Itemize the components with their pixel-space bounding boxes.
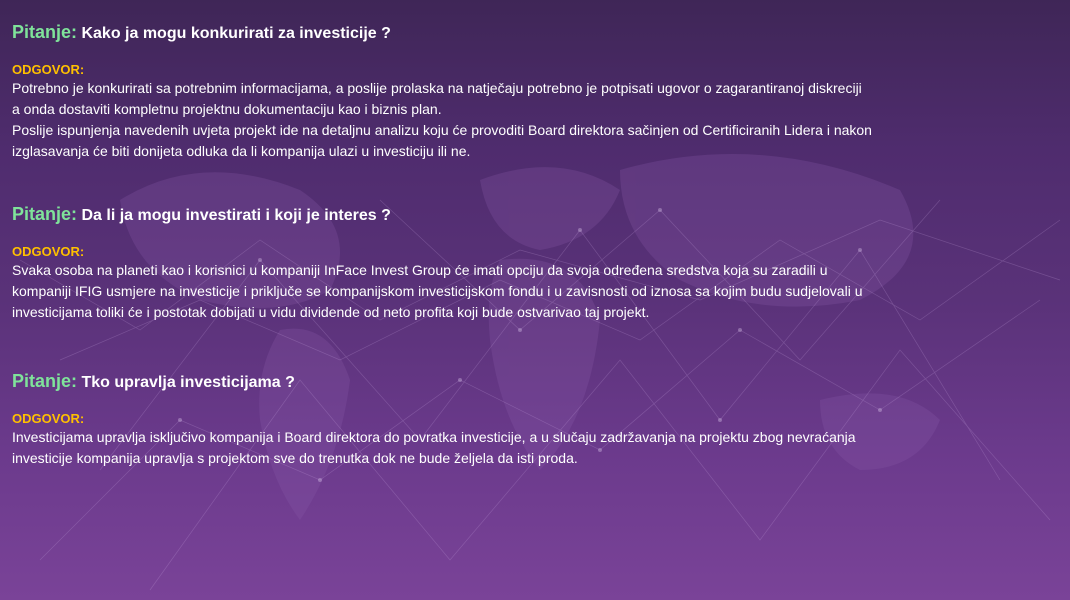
answer-label: ODGOVOR: <box>12 244 85 259</box>
question-text: Kako ja mogu konkurirati za investicije … <box>81 25 391 42</box>
answer-line: Potrebno je konkurirati sa potrebnim inf… <box>12 80 862 96</box>
question-prefix: Pitanje: <box>12 204 78 224</box>
question-heading: Pitanje: Kako ja mogu konkurirati za inv… <box>12 20 1047 46</box>
question-heading: Pitanje: Tko upravlja investicijama ? <box>12 369 1047 395</box>
answer-line: investicijama toliki će i postotak dobij… <box>12 304 650 320</box>
answer-line: Investicijama upravlja isključivo kompan… <box>12 429 856 445</box>
question-text: Da li ja mogu investirati i koji je inte… <box>81 207 391 224</box>
answer-line: Svaka osoba na planeti kao i korisnici u… <box>12 262 828 278</box>
answer-line: izglasavanja će biti donijeta odluka da … <box>12 143 471 159</box>
answer-line: investicije kompanija upravlja s projekt… <box>12 450 578 466</box>
answer-label: ODGOVOR: <box>12 411 85 426</box>
question-text: Tko upravlja investicijama ? <box>81 374 295 391</box>
answer-line: a onda dostaviti kompletnu projektnu dok… <box>12 101 442 117</box>
faq-item: Pitanje: Da li ja mogu investirati i koj… <box>12 202 1047 323</box>
faq-item: Pitanje: Tko upravlja investicijama ? OD… <box>12 369 1047 469</box>
question-prefix: Pitanje: <box>12 371 78 391</box>
answer-text: Potrebno je konkurirati sa potrebnim inf… <box>12 78 1047 162</box>
faq-item: Pitanje: Kako ja mogu konkurirati za inv… <box>12 20 1047 162</box>
answer-line: kompaniji IFIG usmjere na investicije i … <box>12 283 863 299</box>
answer-text: Svaka osoba na planeti kao i korisnici u… <box>12 260 1047 323</box>
answer-line: Poslije ispunjenja navedenih uvjeta proj… <box>12 122 872 138</box>
answer-label: ODGOVOR: <box>12 62 85 77</box>
question-heading: Pitanje: Da li ja mogu investirati i koj… <box>12 202 1047 228</box>
question-prefix: Pitanje: <box>12 22 78 42</box>
answer-text: Investicijama upravlja isključivo kompan… <box>12 427 1047 469</box>
